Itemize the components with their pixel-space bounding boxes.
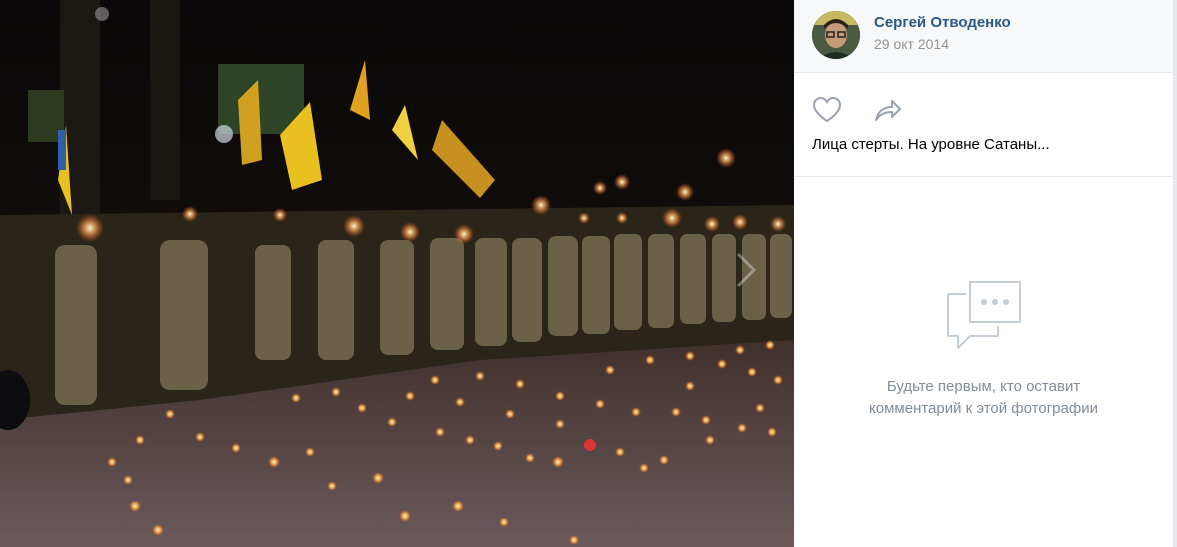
post-date[interactable]: 29 окт 2014 <box>874 36 949 52</box>
empty-comments-line-2: комментарий к этой фотографии <box>869 400 1098 417</box>
empty-comments-message: Будьте первым, кто оставит комментарий к… <box>794 376 1173 420</box>
comment-bubble-icon <box>944 280 1024 352</box>
author-name-link[interactable]: Сергей Отводенко <box>874 14 1011 31</box>
empty-comments-line-1: Будьте первым, кто оставит <box>886 378 1081 395</box>
scrollbar[interactable] <box>1173 0 1177 547</box>
heart-icon[interactable] <box>812 96 842 124</box>
photo-info-panel: Сергей Отводенко 29 окт 2014 Лица стерты… <box>794 0 1177 547</box>
photo-viewer[interactable] <box>0 0 794 547</box>
share-arrow-icon[interactable] <box>872 96 902 124</box>
avatar[interactable] <box>812 11 860 59</box>
photo-caption: Лица стерты. На уровне Сатаны... <box>812 136 1050 153</box>
post-header: Сергей Отводенко 29 окт 2014 <box>794 0 1173 73</box>
chevron-right-icon[interactable] <box>730 248 760 292</box>
night-procession-photo <box>0 0 794 547</box>
user-avatar-icon <box>812 11 860 59</box>
divider <box>794 176 1173 177</box>
